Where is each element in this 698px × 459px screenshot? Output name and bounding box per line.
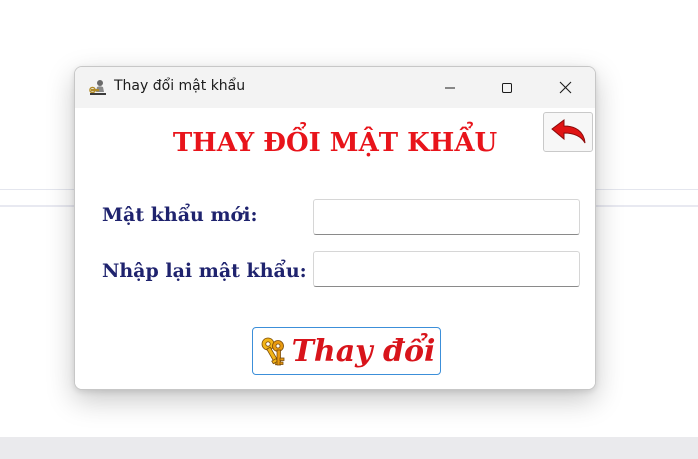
back-arrow-icon [551,119,586,144]
change-password-button[interactable]: Thay đổi [252,327,441,375]
page-title: THAY ĐỔI MẬT KHẨU [172,128,498,158]
maximize-button[interactable] [484,67,530,108]
minimize-button[interactable] [427,67,473,108]
new-password-label: Mật khẩu mới: [102,204,258,226]
back-button[interactable] [543,112,593,152]
new-password-field[interactable] [313,199,580,235]
close-button[interactable] [542,67,588,108]
confirm-password-field[interactable] [313,251,580,287]
keys-icon [261,337,284,366]
change-password-window: Thay đổi mật khẩu THAY ĐỔI MẬT KHẨU Mật … [74,66,596,390]
window-title: Thay đổi mật khẩu [114,78,246,94]
close-icon [559,81,571,94]
background-bottom-bar [0,437,698,459]
change-password-button-label: Thay đổi [291,333,436,369]
minimize-icon [445,87,455,88]
maximize-icon [502,82,512,93]
form-panel: THAY ĐỔI MẬT KHẨU Mật khẩu mới: Nhập lại… [75,108,595,389]
key-user-icon [89,78,107,96]
title-bar[interactable]: Thay đổi mật khẩu [75,67,595,108]
confirm-password-label: Nhập lại mật khẩu: [102,260,307,282]
